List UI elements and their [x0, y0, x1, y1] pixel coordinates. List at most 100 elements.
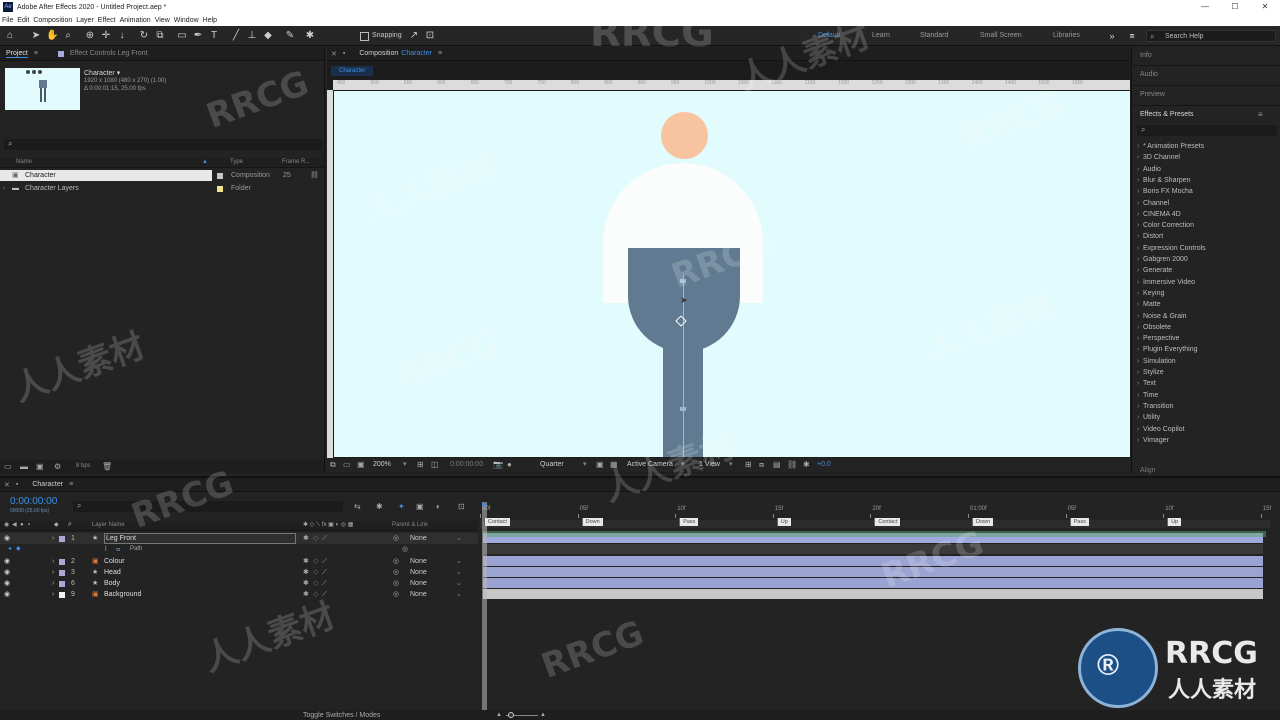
maximize-icon[interactable]: ☐	[1220, 0, 1250, 14]
pick-whip-icon[interactable]: ◎	[393, 567, 399, 578]
panel-menu-icon[interactable]: ≡	[69, 481, 73, 488]
quality-switch-icon[interactable]: ◇	[313, 567, 318, 578]
lock-icon[interactable]: ▪	[343, 50, 345, 57]
zoom-slider-thumb[interactable]	[508, 712, 514, 718]
search-help-field[interactable]: ⌕ Search Help	[1146, 30, 1276, 42]
draft-3d-icon[interactable]: ✱	[376, 502, 383, 511]
layer-switches-icons[interactable]: ✱ ◇ ⟍ fx ▣ ◐ ◎ ▦	[303, 520, 353, 531]
effect-category-item[interactable]: › Time	[1137, 390, 1158, 401]
quality-switch-icon[interactable]: ◇	[313, 556, 318, 567]
effect-category-item[interactable]: › Obsolete	[1137, 322, 1171, 333]
pick-whip-icon[interactable]: ◎	[393, 533, 399, 544]
layer-number-icon[interactable]: #	[68, 520, 71, 531]
path-vertex[interactable]	[680, 407, 686, 411]
chevron-right-icon[interactable]: ›	[52, 567, 54, 578]
lock-icon[interactable]: ▪	[16, 481, 18, 488]
exposure-value[interactable]: +0.0	[817, 459, 831, 470]
sort-icon[interactable]: ▲	[202, 157, 208, 168]
motion-blur-icon[interactable]: ◐	[436, 502, 441, 511]
effect-category-item[interactable]: › Generate	[1137, 265, 1172, 276]
quality-line-icon[interactable]: ⟋	[322, 533, 327, 544]
chevron-down-icon[interactable]: ⌄	[456, 567, 462, 578]
snap-feature-icon[interactable]: ⊡	[424, 30, 436, 42]
label-color-chip[interactable]	[59, 536, 65, 542]
effects-presets-title[interactable]: Effects & Presets	[1140, 111, 1194, 118]
timeline-search-input[interactable]: ⌕	[73, 501, 343, 512]
more-workspaces-icon[interactable]: »	[1106, 30, 1118, 42]
panel-menu-icon[interactable]: ≡	[1258, 110, 1263, 119]
lock-switch-icon[interactable]: ▪	[28, 520, 30, 531]
close-tab-icon[interactable]: ✕	[4, 481, 10, 489]
parent-dropdown[interactable]: None	[410, 567, 427, 578]
flowchart-icon[interactable]: ⛓	[787, 459, 797, 470]
chevron-right-icon[interactable]: ›	[52, 589, 54, 600]
menu-help[interactable]: Help	[203, 17, 217, 24]
horizontal-ruler[interactable]: 450 500 550 600 650 700 750 800 850 900 950 1000 105…	[333, 80, 1130, 90]
chevron-down-icon[interactable]: ▾	[729, 459, 733, 470]
snapping-checkbox[interactable]	[360, 32, 369, 41]
layer-duration-bar[interactable]	[483, 578, 1263, 588]
preview-panel-tab[interactable]: Preview	[1140, 91, 1165, 98]
zoom-tool-icon[interactable]: ⌕	[62, 30, 74, 42]
panel-menu-icon[interactable]: ≡	[438, 50, 442, 57]
workspace-libraries[interactable]: Libraries	[1053, 32, 1080, 39]
parent-dropdown[interactable]: None	[410, 589, 427, 600]
pick-whip-icon[interactable]: ◎	[393, 578, 399, 589]
tab-timeline-character[interactable]: Character	[32, 481, 63, 488]
visibility-eye-icon[interactable]: ◉	[4, 578, 10, 589]
panel-divider[interactable]	[324, 47, 325, 473]
menu-view[interactable]: View	[155, 17, 170, 24]
effect-category-item[interactable]: › Vimager	[1137, 435, 1169, 446]
frame-blending-icon[interactable]: ▣	[416, 502, 424, 511]
monitor-icon[interactable]: ▭	[343, 459, 351, 470]
comp-marker[interactable]: Up	[1167, 518, 1182, 526]
path-vertex[interactable]	[680, 279, 686, 283]
zoom-dropdown[interactable]: 200%	[373, 459, 391, 470]
playhead-icon[interactable]: ▼	[480, 502, 488, 510]
visibility-eye-icon[interactable]: ◉	[4, 556, 10, 567]
dolly-camera-icon[interactable]: ↓	[116, 30, 128, 42]
parent-dropdown[interactable]: None	[410, 578, 427, 589]
collapse-switch-icon[interactable]: ✱	[303, 567, 309, 578]
quality-switch-icon[interactable]: ◇	[313, 589, 318, 600]
chevron-down-icon[interactable]: ⌄	[456, 589, 462, 600]
comp-marker[interactable]: Pass	[1069, 518, 1089, 526]
chevron-down-icon[interactable]: ▾	[117, 70, 121, 77]
rotation-tool-icon[interactable]: ↻	[138, 30, 150, 42]
layer-name[interactable]: Leg Front	[104, 533, 296, 544]
comp-marker[interactable]: Up	[776, 518, 791, 526]
current-time-display[interactable]: 0:00:00:00	[10, 496, 57, 507]
pick-whip-icon[interactable]: ◎	[393, 556, 399, 567]
menu-window[interactable]: Window	[174, 17, 199, 24]
effect-category-item[interactable]: › Transition	[1137, 401, 1173, 412]
shy-layers-icon[interactable]: ✦	[398, 502, 405, 511]
toggle-switches-modes-button[interactable]: Toggle Switches / Modes	[303, 710, 380, 720]
effect-category-item[interactable]: › Plugin Everything	[1137, 344, 1197, 355]
reset-exposure-icon[interactable]: ✱	[803, 459, 810, 470]
chevron-down-icon[interactable]: ▾	[583, 459, 587, 470]
toggle-pixel-aspect-icon[interactable]: ⊞	[745, 459, 752, 470]
effect-category-item[interactable]: › * Animation Presets	[1137, 141, 1204, 152]
label-color-chip[interactable]	[59, 570, 65, 576]
timeline-icon[interactable]: ▤	[773, 459, 781, 470]
menu-file[interactable]: File	[2, 17, 13, 24]
video-switch-icon[interactable]: ◉	[4, 520, 9, 531]
collapse-switch-icon[interactable]: ✱	[303, 589, 309, 600]
effect-category-item[interactable]: › Channel	[1137, 198, 1169, 209]
region-of-interest-icon[interactable]: ▣	[596, 459, 604, 470]
camera-dropdown[interactable]: Active Camera	[627, 459, 673, 470]
chevron-down-icon[interactable]: ⌄	[456, 578, 462, 589]
effect-category-item[interactable]: › Matte	[1137, 299, 1161, 310]
effect-category-item[interactable]: › Simulation	[1137, 356, 1176, 367]
stopwatch-icon[interactable]: ⴰ	[116, 544, 121, 555]
comp-marker[interactable]: Down	[581, 518, 603, 526]
solo-switch-icon[interactable]: ●	[20, 520, 24, 531]
resolution-dropdown[interactable]: Quarter	[540, 459, 564, 470]
time-ruler[interactable]: 00f05f10f15f20f01:00f05f10f15f	[480, 502, 1271, 518]
work-area-bar[interactable]	[483, 531, 1266, 537]
layer-row[interactable]: ◉ › 1 ★ Leg Front ✱ ◇ ⟋ ◎ None ⌄	[0, 533, 478, 544]
quality-switch-icon[interactable]: ◇	[313, 533, 318, 544]
info-panel-tab[interactable]: Info	[1140, 52, 1152, 59]
quality-line-icon[interactable]: ⟋	[322, 567, 327, 578]
close-tab-icon[interactable]: ✕	[331, 50, 337, 58]
